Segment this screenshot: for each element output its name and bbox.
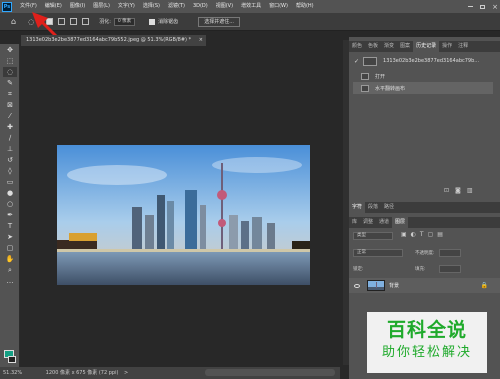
menu-3d[interactable]: 3D(D) <box>189 0 212 13</box>
gradient-icon[interactable]: ▭ <box>3 177 17 187</box>
blur-icon[interactable]: ● <box>3 188 17 198</box>
menu-view[interactable]: 视图(V) <box>212 0 237 13</box>
frame-icon[interactable]: ⊠ <box>3 100 17 110</box>
tab-notes[interactable]: 注释 <box>455 41 471 52</box>
home-icon[interactable]: ⌂ <box>11 17 16 26</box>
history-step-icon <box>361 84 369 92</box>
tab-channels[interactable]: 通道 <box>376 217 392 228</box>
tab-layers[interactable]: 图层 <box>392 217 409 228</box>
crop-icon[interactable]: ⌗ <box>3 89 17 99</box>
feather-label: 羽化: <box>99 19 111 25</box>
trash-icon[interactable]: ▥ <box>467 187 479 194</box>
opacity-label: 不透明度: <box>415 251 435 256</box>
menu-plugins[interactable]: 增效工具 <box>237 0 265 13</box>
more-icon[interactable]: … <box>3 276 17 286</box>
stamp-icon[interactable]: ⊥ <box>3 144 17 154</box>
history-item-label: 水平翻转画布 <box>375 85 406 92</box>
history-item-label: 打开 <box>375 73 386 80</box>
new-document-icon[interactable]: ⊡ <box>444 187 455 194</box>
window-controls: × <box>468 0 498 13</box>
watermark-title: 百科全说 <box>386 319 467 341</box>
layer-name: 背景 <box>389 283 400 289</box>
visibility-eye-icon[interactable] <box>354 283 360 288</box>
select-and-mask-button[interactable]: 选择并遮住... <box>198 16 240 27</box>
document-tab[interactable]: 1313e02b3e2be3877ed3164abc79b552.jpeg @ … <box>21 35 206 46</box>
marquee-icon[interactable]: ⬚ <box>3 56 17 66</box>
tools-panel: ✥ ⬚ ◌ ✎ ⌗ ⊠ ⁄ ✚ ∕ ⊥ ↺ ◊ ▭ ● ○ ✒ T ➤ ▢ ✋ … <box>0 44 20 367</box>
tab-libraries[interactable]: 库 <box>349 217 360 228</box>
tab-actions[interactable]: 操作 <box>439 41 455 52</box>
zoom-icon[interactable]: ⌕ <box>3 265 17 275</box>
maximize-button[interactable] <box>480 4 486 9</box>
tab-paragraph[interactable]: 段落 <box>365 202 381 213</box>
antialias-checkbox[interactable] <box>149 18 156 25</box>
menu-filter[interactable]: 滤镜(T) <box>164 0 189 13</box>
document-info: 1200 像素 x 675 像素 (72 ppi) <box>45 370 119 376</box>
tab-swatches[interactable]: 色板 <box>365 41 381 52</box>
background-color-swatch[interactable] <box>8 356 16 363</box>
tab-history[interactable]: 历史记录 <box>413 41 440 52</box>
layer-row-background[interactable]: 背景 🔒 <box>349 278 500 293</box>
feather-input[interactable]: 0 像素 <box>113 17 136 26</box>
layers-panel-tabs: 库 调整 通道 图层 <box>349 217 500 228</box>
blend-mode-select[interactable]: 正常 <box>353 249 403 257</box>
tab-patterns[interactable]: 图案 <box>397 41 413 52</box>
type-icon[interactable]: T <box>3 221 17 231</box>
snapshot-check-icon: ✓ <box>354 57 360 65</box>
eraser-icon[interactable]: ◊ <box>3 166 17 176</box>
menu-help[interactable]: 帮助(H) <box>292 0 318 13</box>
history-snapshot[interactable]: ✓ 1313e02b3e2be3877ed3164abc79b... <box>353 55 493 67</box>
shape-icon[interactable]: ▢ <box>3 243 17 253</box>
opacity-input[interactable] <box>439 249 461 257</box>
tab-gradients[interactable]: 渐变 <box>381 41 397 52</box>
dodge-icon[interactable]: ○ <box>3 199 17 209</box>
tab-character[interactable]: 字符 <box>349 202 366 213</box>
document-title: 1313e02b3e2be3877ed3164abc79b552.jpeg @ … <box>26 37 192 43</box>
minimize-button[interactable] <box>468 6 474 7</box>
history-item-open[interactable]: 打开 <box>353 70 493 82</box>
path-select-icon[interactable]: ➤ <box>3 232 17 242</box>
tab-adjustments[interactable]: 调整 <box>360 217 376 228</box>
close-tab-icon[interactable]: × <box>199 35 203 46</box>
antialias-label: 消除锯齿 <box>158 19 179 25</box>
skyline-photo <box>57 145 310 285</box>
lasso-icon[interactable]: ◌ <box>3 67 17 77</box>
top-panel-tabs: 颜色 色板 渐变 图案 历史记录 操作 注释 <box>349 41 500 52</box>
brush-icon[interactable]: ∕ <box>3 133 17 143</box>
layer-kind-filter[interactable]: 类型 <box>353 232 393 240</box>
eyedropper-icon[interactable]: ⁄ <box>3 111 17 121</box>
snapshot-thumbnail <box>363 56 378 66</box>
lock-icon[interactable]: 🔒 <box>481 282 488 289</box>
bottom-panel-tabs: 字符 段落 路径 <box>349 202 500 213</box>
snapshot-label: 1313e02b3e2be3877ed3164abc79b... <box>383 58 480 64</box>
zoom-level[interactable]: 51.32% <box>3 370 22 376</box>
history-step-icon <box>361 72 369 80</box>
menu-select[interactable]: 选择(S) <box>139 0 164 13</box>
watermark: 百科全说 助你轻松解决 <box>367 312 487 373</box>
pen-icon[interactable]: ✒ <box>3 210 17 220</box>
tab-paths[interactable]: 路径 <box>381 202 397 213</box>
watermark-subtitle: 助你轻松解决 <box>381 345 472 360</box>
camera-icon[interactable]: ◙ <box>455 187 467 194</box>
quick-select-icon[interactable]: ✎ <box>3 78 17 88</box>
lock-label: 锁定: <box>353 267 364 272</box>
photoshop-logo: Ps <box>2 1 12 12</box>
fill-input[interactable] <box>439 265 461 273</box>
history-item-flip[interactable]: 水平翻转画布 <box>353 82 493 94</box>
move-icon[interactable]: ✥ <box>3 45 17 55</box>
menu-window[interactable]: 窗口(W) <box>265 0 292 13</box>
tab-color[interactable]: 颜色 <box>349 41 365 52</box>
menu-type[interactable]: 文字(Y) <box>114 0 139 13</box>
fill-label: 填充: <box>415 267 426 272</box>
layer-thumbnail <box>367 280 385 291</box>
close-window-button[interactable]: × <box>492 3 498 11</box>
hand-icon[interactable]: ✋ <box>3 254 17 264</box>
canvas-horizontal-scrollbar[interactable] <box>205 369 335 376</box>
history-actions: ⊡◙▥ <box>444 187 479 194</box>
healing-icon[interactable]: ✚ <box>3 122 17 132</box>
status-arrow-icon[interactable]: > <box>124 370 128 376</box>
history-brush-icon[interactable]: ↺ <box>3 155 17 165</box>
layer-filter-icons[interactable]: ▣◐T▢▤ <box>401 231 447 238</box>
